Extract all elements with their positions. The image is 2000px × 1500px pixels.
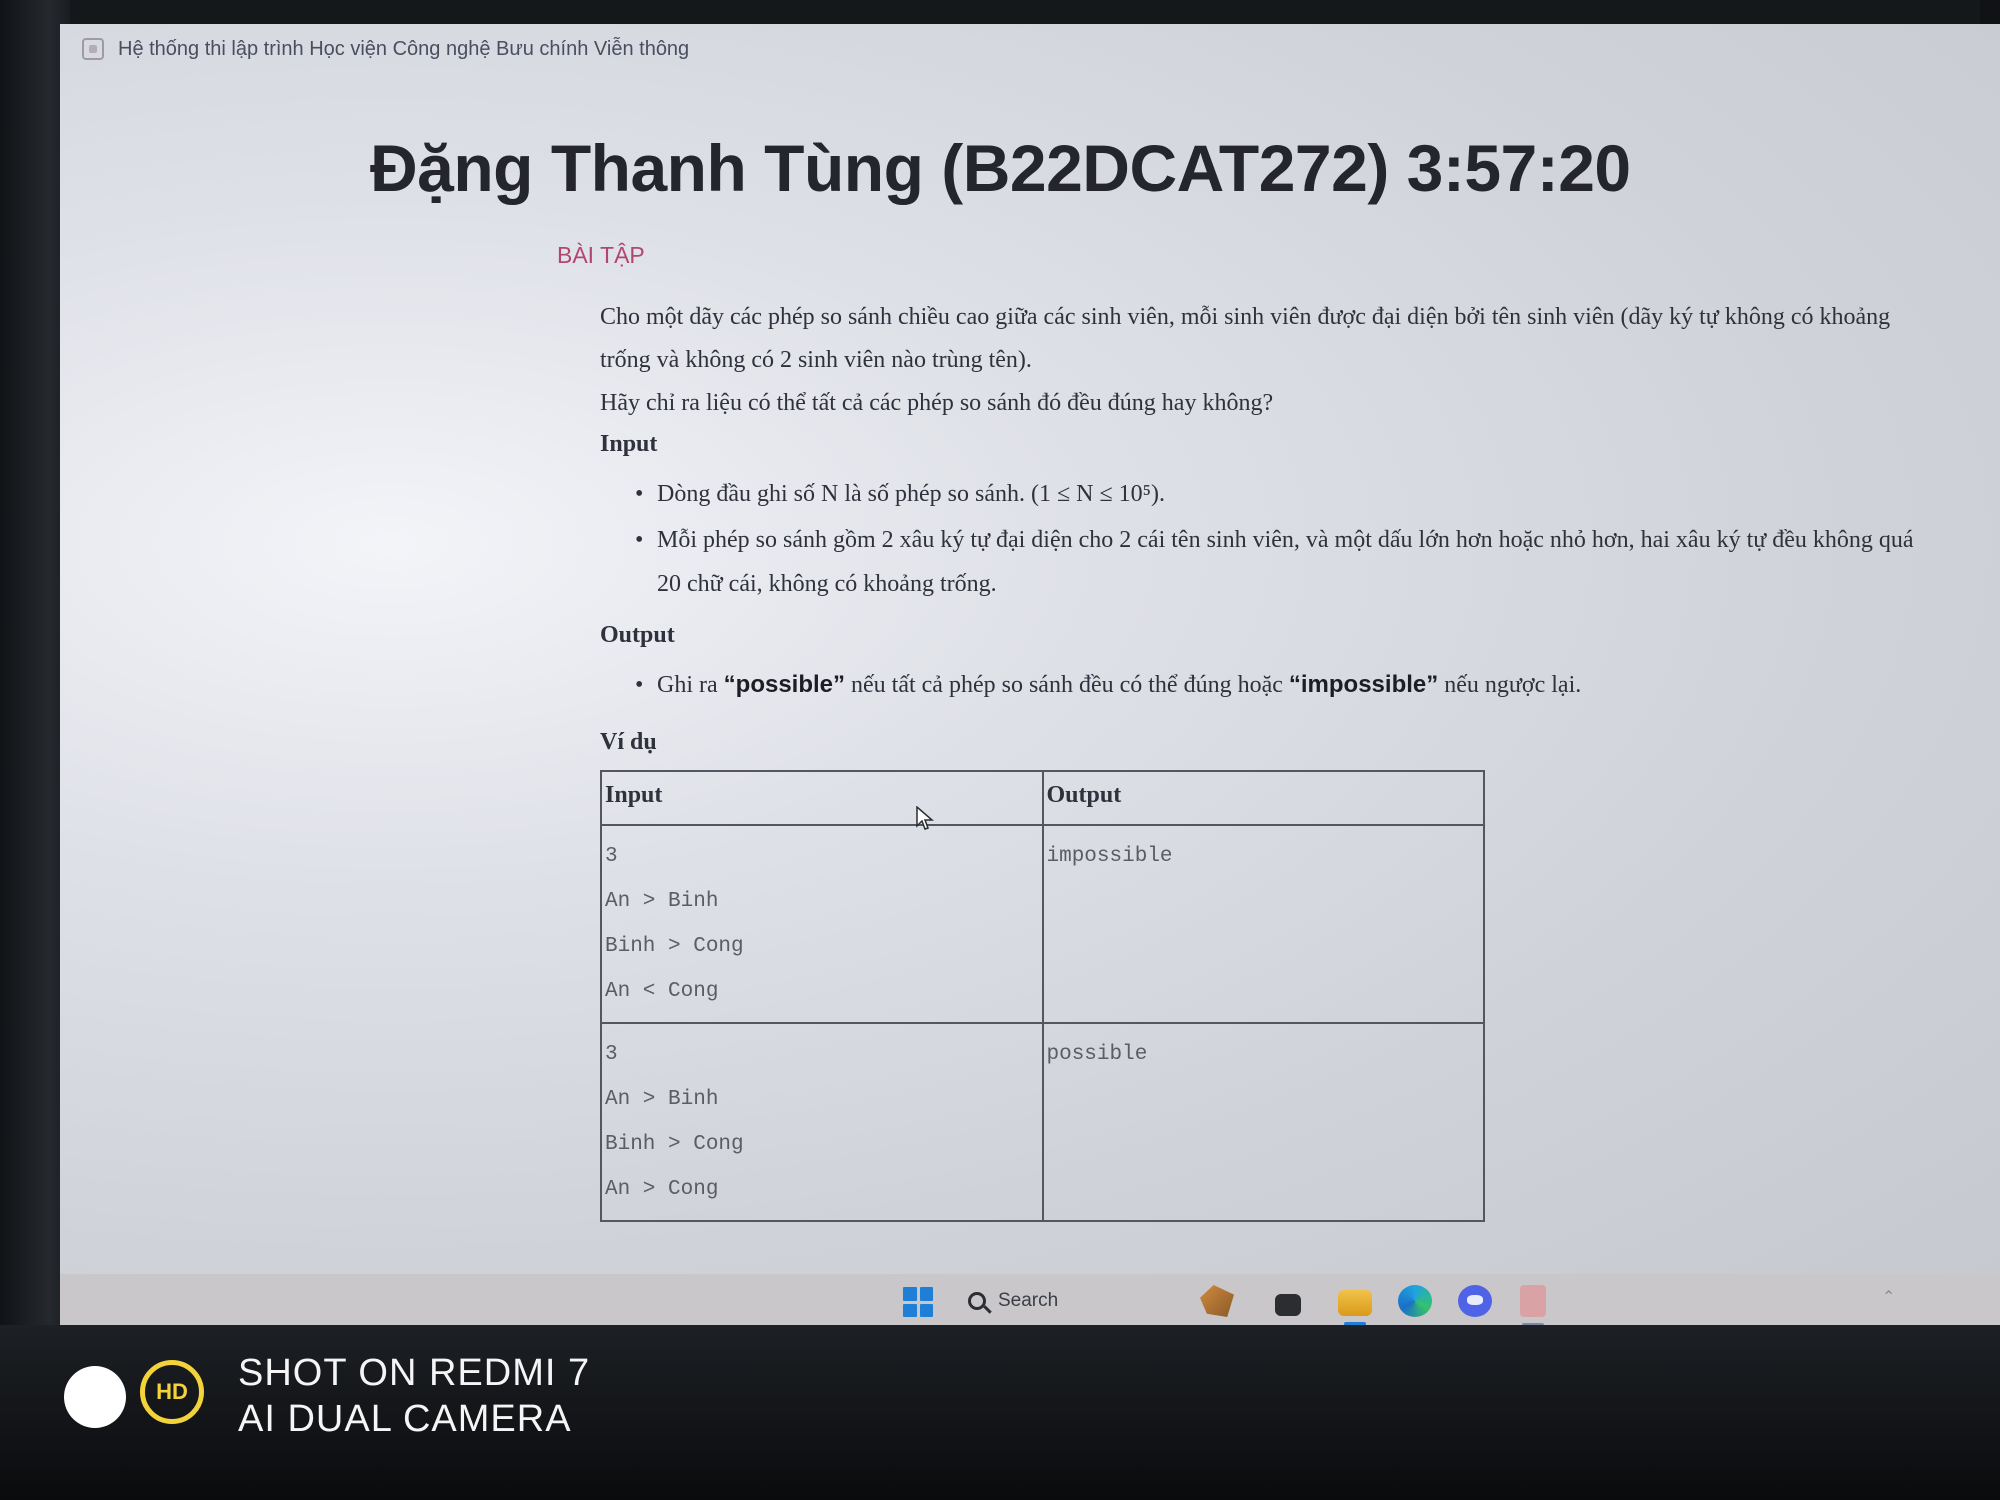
problem-paragraph: Cho một dãy các phép so sánh chiều cao g… <box>600 304 1891 373</box>
hd-badge-text: HD <box>156 1379 188 1404</box>
table-header-input: Input <box>600 770 1044 826</box>
camera-watermark-line1: SHOT ON REDMI 7 <box>238 1352 591 1394</box>
taskbar: Search ⌃ <box>60 1274 2000 1326</box>
example-table: Input Output 3 An > Binh Binh > Cong An … <box>600 770 1485 1222</box>
widgets-icon[interactable] <box>1200 1285 1234 1317</box>
taskbar-search[interactable]: Search <box>968 1286 1158 1316</box>
table-row: 3 An > Binh Binh > Cong An > Cong possib… <box>600 1022 1485 1222</box>
file-explorer-icon[interactable] <box>1338 1290 1372 1326</box>
edge-browser-icon[interactable] <box>1398 1285 1432 1317</box>
possible-keyword: “possible” <box>723 671 846 698</box>
problem-question: Hãy chỉ ra liệu có thể tất cả các phép s… <box>600 390 1274 416</box>
input-list: Dòng đầu ghi số N là số phép so sánh. (1… <box>600 472 1940 606</box>
windows-start-icon[interactable] <box>903 1287 933 1317</box>
window-title: Hệ thống thi lập trình Học viện Công ngh… <box>118 37 690 60</box>
window-titlebar: Hệ thống thi lập trình Học viện Công ngh… <box>60 24 2000 74</box>
input-line: An < Cong <box>605 980 719 1003</box>
output-item: Ghi ra “possible” nếu tất cả phép so sán… <box>635 663 1940 707</box>
search-icon <box>968 1292 986 1310</box>
exam-page: Đặng Thanh Tùng (B22DCAT272) 3:57:20 BÀI… <box>60 74 2000 1274</box>
input-line: Binh > Cong <box>605 935 744 958</box>
problem-statement: Cho một dãy các phép so sánh chiều cao g… <box>600 296 1940 1222</box>
section-label: BÀI TẬP <box>557 242 645 268</box>
exam-app-icon[interactable] <box>1520 1285 1546 1326</box>
output-heading: Output <box>600 622 675 648</box>
monitor-screen: Hệ thống thi lập trình Học viện Công ngh… <box>60 24 2000 1326</box>
example-output-cell: impossible <box>1041 824 1485 1024</box>
input-line: 3 <box>605 1043 618 1066</box>
output-text-middle: nếu tất cả phép so sánh đều có thể đúng … <box>845 672 1289 698</box>
terminal-icon[interactable] <box>1275 1294 1301 1316</box>
input-item: Dòng đầu ghi số N là số phép so sánh. (1… <box>635 472 1940 516</box>
input-line: Binh > Cong <box>605 1133 744 1156</box>
watermark-dot <box>64 1366 126 1428</box>
input-line: An > Cong <box>605 1178 719 1201</box>
tray-chevron-up-icon[interactable]: ⌃ <box>1882 1287 1895 1307</box>
impossible-keyword: “impossible” <box>1288 671 1439 698</box>
table-header-output: Output <box>1041 770 1485 826</box>
output-line: possible <box>1046 1043 1148 1066</box>
table-header-row: Input Output <box>600 770 1485 826</box>
input-item: Mỗi phép so sánh gồm 2 xâu ký tự đại diệ… <box>635 518 1940 606</box>
search-label: Search <box>998 1290 1059 1311</box>
output-line: impossible <box>1046 845 1173 868</box>
mouse-pointer-icon <box>916 806 934 830</box>
app-icon <box>82 38 104 60</box>
input-line: An > Binh <box>605 1088 719 1111</box>
discord-icon[interactable] <box>1458 1285 1492 1317</box>
hd-badge-icon: HD <box>140 1360 204 1424</box>
example-heading: Ví dụ <box>600 729 657 755</box>
output-list: Ghi ra “possible” nếu tất cả phép so sán… <box>600 663 1940 707</box>
output-text-suffix: nếu ngược lại. <box>1438 672 1582 698</box>
output-text-prefix: Ghi ra <box>657 672 724 698</box>
input-heading: Input <box>600 431 658 457</box>
example-output-cell: possible <box>1041 1022 1485 1222</box>
example-input-cell: 3 An > Binh Binh > Cong An < Cong <box>600 824 1044 1024</box>
student-timer-heading: Đặng Thanh Tùng (B22DCAT272) 3:57:20 <box>370 131 1631 205</box>
table-row: 3 An > Binh Binh > Cong An < Cong imposs… <box>600 824 1485 1024</box>
camera-watermark-line2: AI DUAL CAMERA <box>238 1398 572 1440</box>
example-input-cell: 3 An > Binh Binh > Cong An > Cong <box>600 1022 1044 1222</box>
input-line: An > Binh <box>605 890 719 913</box>
input-line: 3 <box>605 845 618 868</box>
